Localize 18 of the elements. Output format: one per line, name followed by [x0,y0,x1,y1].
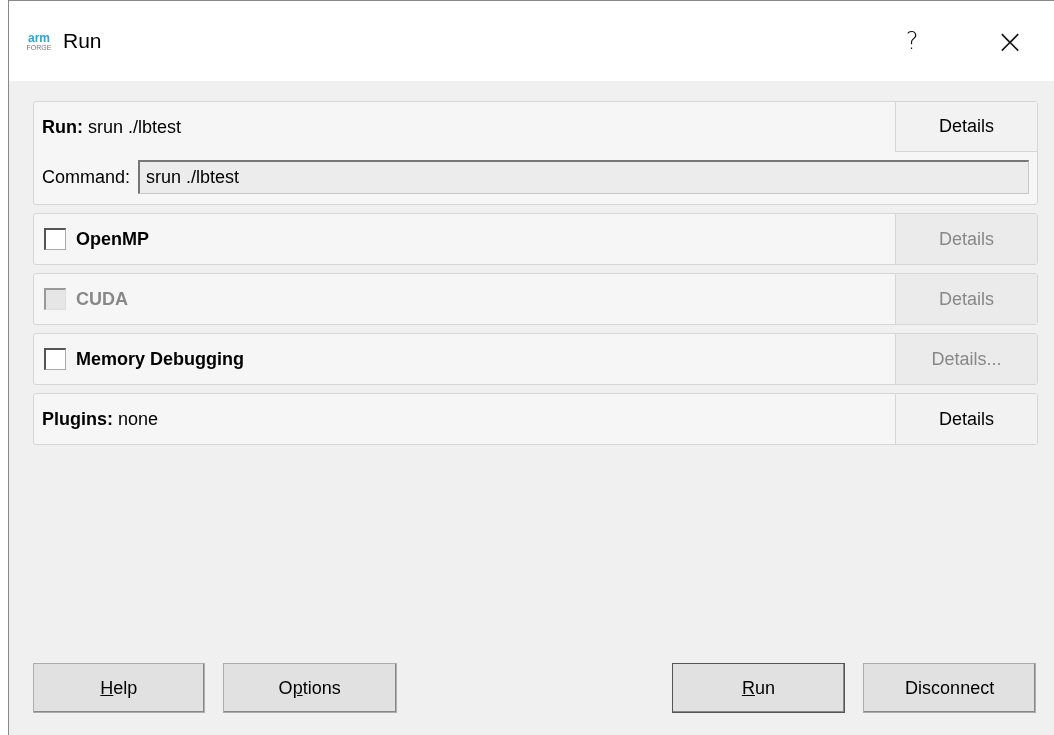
command-field[interactable]: srun ./lbtest [138,160,1029,194]
close-button[interactable]: × [980,16,1040,66]
details-button[interactable]: Details [895,394,1037,444]
dialog-button[interactable]: Help [33,663,205,713]
help-button[interactable]: ? [882,16,942,66]
run-summary: Run: srun ./lbtest [42,116,182,138]
plugins-summary: Plugins: none [42,408,159,430]
checkbox[interactable] [44,228,66,250]
option-label: CUDA [76,288,128,310]
dialog-button[interactable]: Run [671,663,846,713]
dialog-button[interactable]: Options [222,663,397,713]
window-title: Run [63,29,103,53]
details-button[interactable]: Details [895,102,1037,152]
checkbox[interactable] [44,348,66,370]
option-label: Memory Debugging [76,348,244,370]
dialog-button[interactable]: Disconnect [863,663,1036,713]
option-label: OpenMP [76,228,149,250]
command-label: Command: [42,166,131,188]
